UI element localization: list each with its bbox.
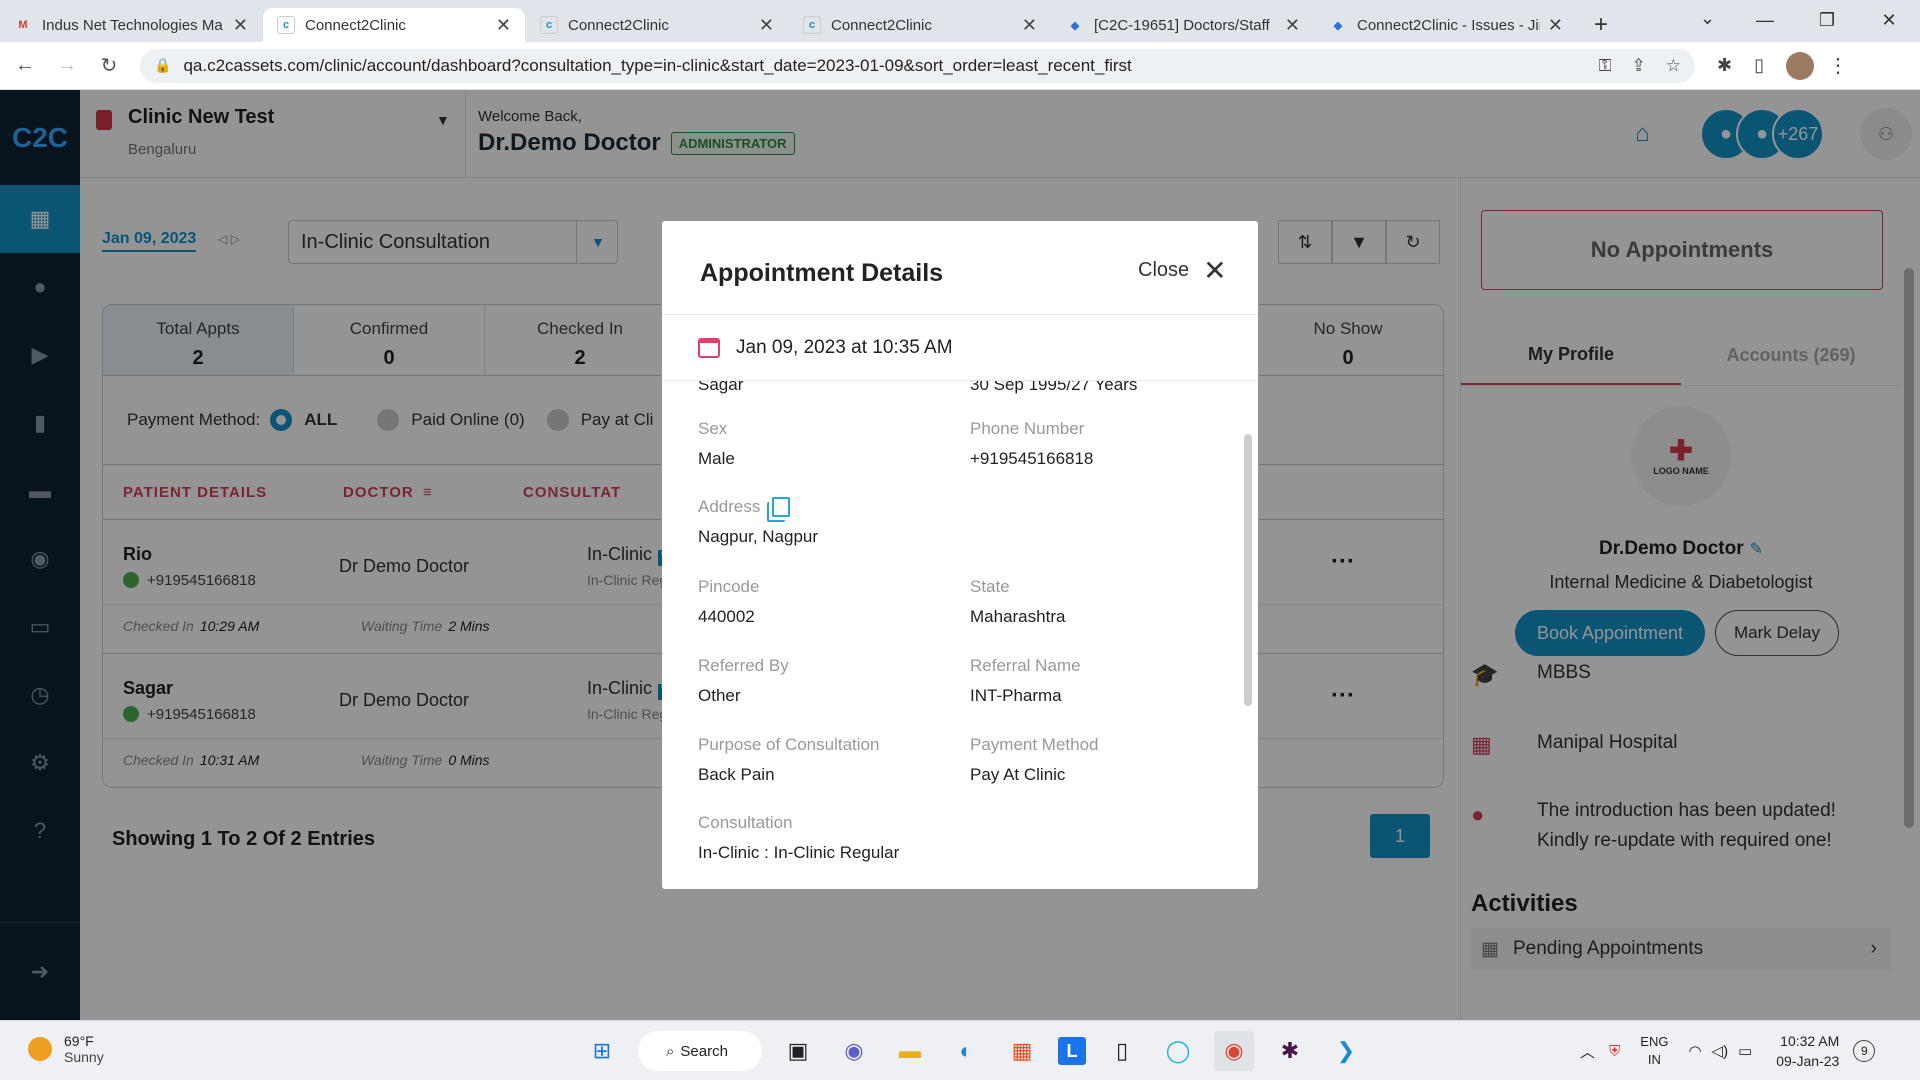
clock[interactable]: 10:32 AM 09-Jan-23 bbox=[1776, 1031, 1839, 1071]
close-tab-icon[interactable]: ✕ bbox=[759, 15, 774, 36]
windows-start-icon[interactable]: ⊞ bbox=[582, 1031, 622, 1071]
c2c-icon: c bbox=[277, 16, 295, 34]
appointment-datetime: Jan 09, 2023 at 10:35 AM bbox=[662, 315, 1258, 381]
browser-tab[interactable]: M Indus Net Technologies Ma ✕ bbox=[0, 8, 262, 42]
close-tab-icon[interactable]: ✕ bbox=[496, 15, 511, 36]
calendar-icon bbox=[698, 337, 720, 358]
menu-icon[interactable]: ⋮ bbox=[1828, 53, 1848, 78]
battery-icon[interactable]: ▭ bbox=[1738, 1042, 1752, 1060]
store-icon[interactable]: ▦ bbox=[1002, 1031, 1042, 1071]
extensions-icon[interactable]: ✱ bbox=[1717, 55, 1732, 76]
weather-widget[interactable]: 69°F Sunny bbox=[28, 1033, 104, 1065]
url-input[interactable]: 🔒 qa.c2cassets.com/clinic/account/dashbo… bbox=[140, 48, 1695, 83]
reload-icon[interactable]: ↻ bbox=[92, 53, 126, 78]
chrome-icon[interactable]: ◉ bbox=[1214, 1031, 1254, 1071]
alexa-icon[interactable]: ◯ bbox=[1158, 1031, 1198, 1071]
browser-tab[interactable]: c Connect2Clinic ✕ bbox=[526, 8, 788, 42]
gmail-icon: M bbox=[18, 19, 28, 31]
browser-tab[interactable]: c Connect2Clinic ✕ bbox=[789, 8, 1051, 42]
close-tab-icon[interactable]: ✕ bbox=[1285, 15, 1300, 36]
key-icon[interactable]: ⚿ bbox=[1599, 56, 1612, 76]
close-window-icon[interactable]: ✕ bbox=[1858, 0, 1920, 40]
modal-body: Sagar 30 Sep 1995/27 Years Sex Male Phone… bbox=[698, 381, 1138, 862]
slack-icon[interactable]: ✱ bbox=[1270, 1031, 1310, 1071]
minimize-icon[interactable]: — bbox=[1734, 0, 1796, 40]
address-bar: ← → ↻ 🔒 qa.c2cassets.com/clinic/account/… bbox=[0, 42, 1920, 90]
back-icon[interactable]: ← bbox=[8, 54, 42, 77]
chevron-up-icon[interactable]: ︿ bbox=[1580, 1041, 1595, 1062]
modal-scrollbar[interactable] bbox=[1244, 434, 1252, 706]
browser-tab-active[interactable]: c Connect2Clinic ✕ bbox=[263, 8, 525, 42]
security-icon[interactable]: ⛨ bbox=[1609, 1043, 1620, 1060]
c2c-icon: c bbox=[540, 16, 558, 34]
volume-icon[interactable]: ◁) bbox=[1712, 1042, 1729, 1060]
new-tab-button[interactable]: + bbox=[1584, 8, 1618, 42]
taskbar-search[interactable]: ⌕ Search bbox=[638, 1031, 762, 1071]
close-icon: ✕ bbox=[1203, 254, 1227, 286]
browser-tab-bar: M Indus Net Technologies Ma ✕ c Connect2Cli… bbox=[0, 0, 1920, 42]
browser-tab[interactable]: ◆ Connect2Clinic - Issues - Jir ✕ bbox=[1315, 8, 1577, 42]
tab-search-icon[interactable]: ⌄ bbox=[1700, 8, 1715, 29]
appointment-details-modal: Appointment Details Close ✕ Jan 09, 2023 … bbox=[662, 221, 1258, 889]
jira-icon: ◆ bbox=[1333, 19, 1343, 32]
taskbar: 69°F Sunny ⊞ ⌕ Search ▣ ◉ ▬ ◐ ▦ L ▯ ◯ ◉ ✱ … bbox=[0, 1020, 1920, 1080]
sidepanel-icon[interactable]: ▯ bbox=[1754, 55, 1764, 76]
edge-icon[interactable]: ◐ bbox=[946, 1031, 986, 1071]
close-tab-icon[interactable]: ✕ bbox=[1548, 15, 1563, 36]
modal-title: Appointment Details bbox=[700, 259, 944, 287]
wifi-icon[interactable]: ◠ bbox=[1688, 1042, 1701, 1060]
jira-icon: ◆ bbox=[1070, 19, 1080, 32]
notepad-icon[interactable]: ▯ bbox=[1102, 1031, 1142, 1071]
profile-avatar[interactable] bbox=[1786, 51, 1814, 80]
system-tray: ︿ ⛨ ENG IN ◠ ◁) ▭ 10:32 AM 09-Jan-23 9 bbox=[1580, 1021, 1876, 1080]
bookmark-star-icon[interactable]: ☆ bbox=[1666, 56, 1681, 76]
file-explorer-icon[interactable]: ▬ bbox=[890, 1031, 930, 1071]
close-button[interactable]: Close ✕ bbox=[1138, 254, 1227, 286]
teams-icon[interactable]: ◉ bbox=[834, 1031, 874, 1071]
close-tab-icon[interactable]: ✕ bbox=[1022, 15, 1037, 36]
forward-icon[interactable]: → bbox=[50, 54, 84, 77]
vscode-icon[interactable]: ❯ bbox=[1326, 1031, 1366, 1071]
l-app-icon[interactable]: L bbox=[1058, 1037, 1086, 1065]
copy-icon[interactable] bbox=[772, 497, 791, 517]
language-indicator[interactable]: ENG IN bbox=[1640, 1033, 1668, 1069]
notification-badge[interactable]: 9 bbox=[1853, 1040, 1876, 1062]
task-view-icon[interactable]: ▣ bbox=[778, 1031, 818, 1071]
c2c-icon: c bbox=[803, 16, 821, 34]
close-tab-icon[interactable]: ✕ bbox=[233, 15, 248, 36]
search-icon: ⌕ bbox=[666, 1042, 675, 1060]
share-icon[interactable]: ⇪ bbox=[1632, 56, 1646, 76]
lock-icon: 🔒 bbox=[154, 57, 172, 73]
browser-tab[interactable]: ◆ [C2C-19651] Doctors/Staff ✕ bbox=[1052, 8, 1314, 42]
sun-icon bbox=[28, 1037, 52, 1061]
maximize-icon[interactable]: ❐ bbox=[1796, 0, 1858, 40]
